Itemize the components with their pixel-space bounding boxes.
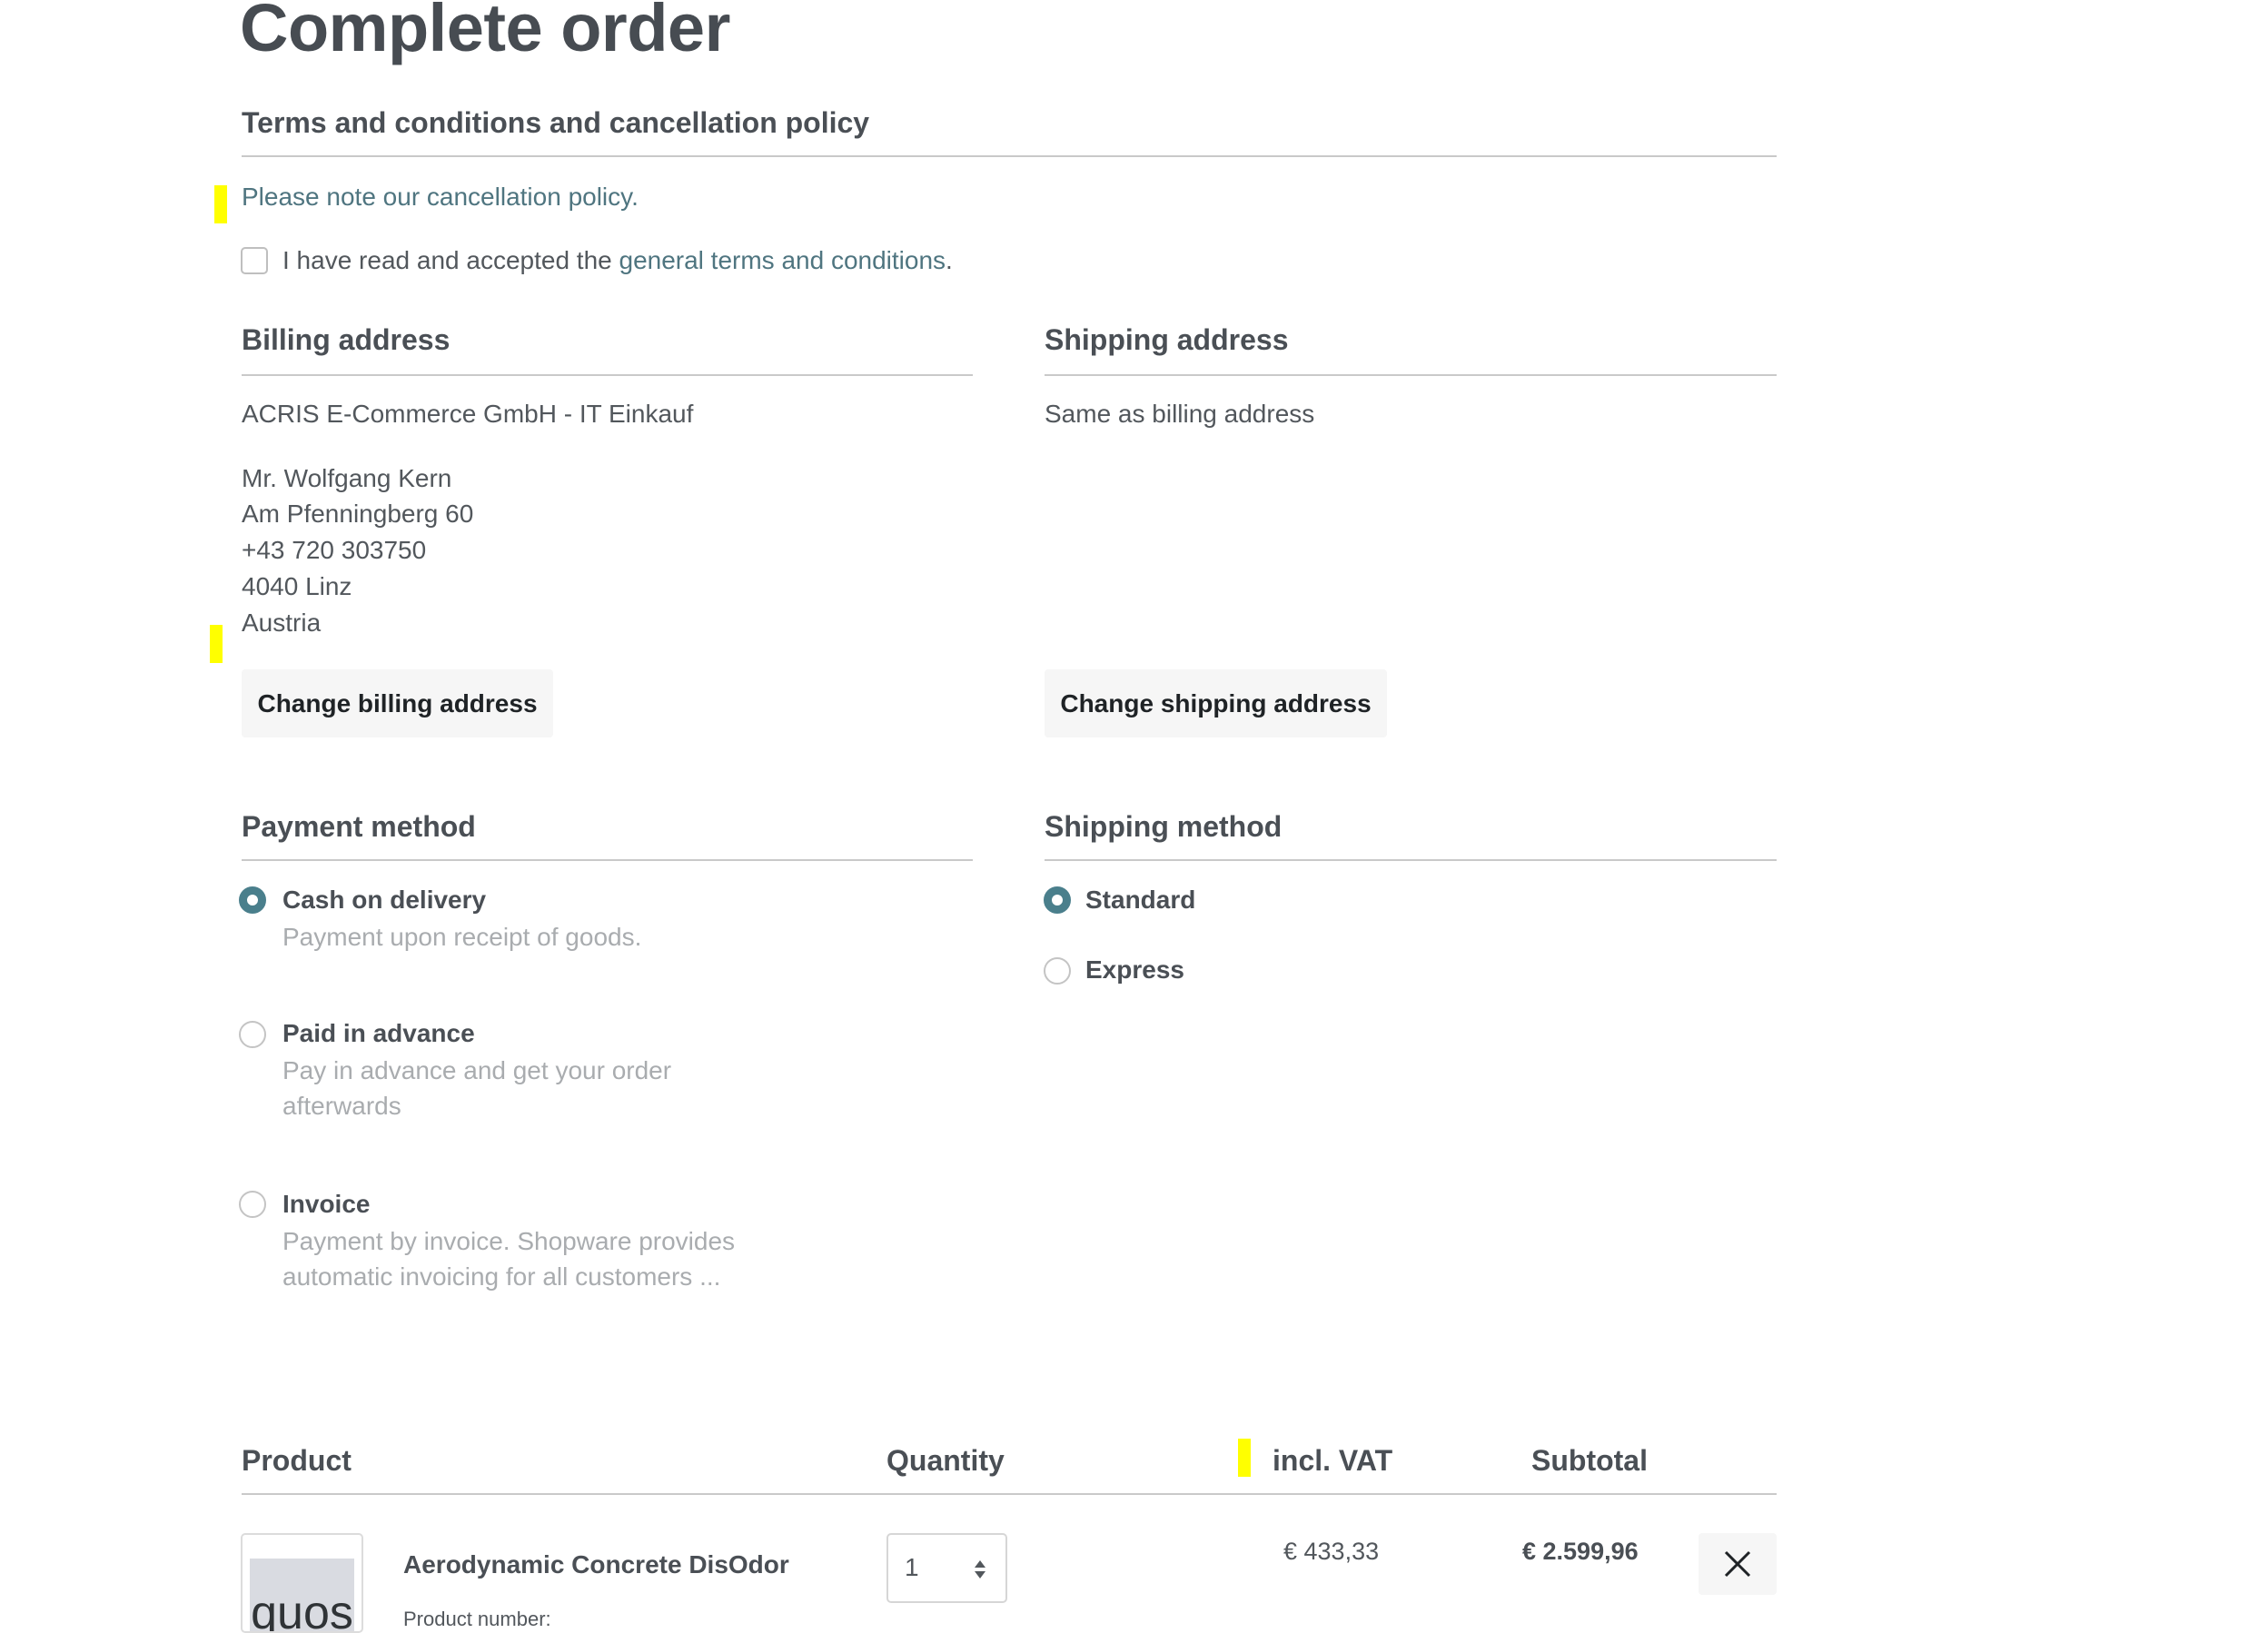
billing-company: ACRIS E-Commerce GmbH - IT Einkauf bbox=[242, 400, 694, 428]
column-header-product: Product bbox=[242, 1444, 352, 1477]
payment-desc-paid-in-advance: Pay in advance and get your order afterw… bbox=[282, 1056, 672, 1120]
highlight-marker bbox=[1238, 1439, 1251, 1477]
column-header-subtotal: Subtotal bbox=[1531, 1444, 1648, 1477]
product-image: quos bbox=[250, 1559, 354, 1631]
billing-country: Austria bbox=[242, 609, 322, 637]
shipping-address-heading: Shipping address bbox=[1045, 323, 1289, 356]
shipping-radio-express[interactable] bbox=[1044, 957, 1071, 985]
close-icon bbox=[1724, 1550, 1751, 1578]
billing-street: Am Pfenningberg 60 bbox=[242, 500, 474, 528]
select-arrows-icon bbox=[975, 1560, 985, 1579]
payment-divider bbox=[242, 859, 973, 861]
billing-divider bbox=[242, 374, 973, 376]
shipping-address-text: Same as billing address bbox=[1045, 400, 1315, 428]
accept-terms-label: I have read and accepted the general ter… bbox=[282, 242, 953, 279]
shipping-label-express[interactable]: Express bbox=[1085, 954, 1184, 986]
payment-label-invoice[interactable]: Invoice bbox=[282, 1188, 370, 1221]
payment-label-paid-in-advance[interactable]: Paid in advance bbox=[282, 1017, 475, 1050]
payment-radio-invoice[interactable] bbox=[239, 1191, 266, 1218]
product-thumbnail[interactable]: quos bbox=[241, 1533, 363, 1633]
quantity-select[interactable]: 1 bbox=[886, 1533, 1007, 1603]
cancellation-policy-link[interactable]: Please note our cancellation policy. bbox=[242, 179, 639, 215]
billing-address-heading: Billing address bbox=[242, 323, 451, 356]
cart-header-divider bbox=[242, 1493, 1777, 1495]
accept-terms-checkbox[interactable] bbox=[241, 247, 268, 274]
payment-desc-cash-on-delivery: Payment upon receipt of goods. bbox=[282, 923, 642, 951]
shipping-method-divider bbox=[1045, 859, 1777, 861]
product-subtotal-value: € 2.599,96 bbox=[1522, 1538, 1639, 1565]
shipping-divider bbox=[1045, 374, 1777, 376]
terms-divider bbox=[242, 155, 1777, 157]
accept-terms-text: I have read and accepted the bbox=[282, 246, 619, 274]
shipping-label-standard[interactable]: Standard bbox=[1085, 884, 1195, 916]
column-header-vat: incl. VAT bbox=[1273, 1444, 1393, 1477]
quantity-value: 1 bbox=[905, 1553, 919, 1581]
payment-radio-paid-in-advance[interactable] bbox=[239, 1021, 266, 1048]
billing-name: Mr. Wolfgang Kern bbox=[242, 464, 452, 492]
payment-radio-cash-on-delivery[interactable] bbox=[239, 886, 266, 914]
payment-label-cash-on-delivery[interactable]: Cash on delivery bbox=[282, 884, 486, 916]
billing-phone: +43 720 303750 bbox=[242, 536, 427, 564]
accept-terms-suffix: . bbox=[946, 246, 953, 274]
billing-city: 4040 Linz bbox=[242, 572, 352, 600]
remove-item-button[interactable] bbox=[1699, 1533, 1777, 1595]
change-shipping-address-button[interactable]: Change shipping address bbox=[1045, 669, 1387, 737]
shipping-method-heading: Shipping method bbox=[1045, 810, 1283, 843]
highlight-marker bbox=[214, 185, 227, 223]
product-number-label: Product number: bbox=[403, 1608, 551, 1630]
product-vat-value: € 433,33 bbox=[1283, 1538, 1380, 1565]
column-header-quantity: Quantity bbox=[886, 1444, 1005, 1477]
product-name-link[interactable]: Aerodynamic Concrete DisOdor bbox=[403, 1549, 789, 1581]
payment-desc-invoice: Payment by invoice. Shopware provides au… bbox=[282, 1227, 736, 1291]
change-billing-address-button[interactable]: Change billing address bbox=[242, 669, 553, 737]
page-title: Complete order bbox=[240, 0, 730, 65]
general-terms-link[interactable]: general terms and conditions bbox=[619, 246, 946, 274]
shipping-radio-standard[interactable] bbox=[1044, 886, 1071, 914]
terms-heading: Terms and conditions and cancellation po… bbox=[242, 106, 870, 139]
highlight-marker bbox=[210, 625, 223, 663]
payment-method-heading: Payment method bbox=[242, 810, 476, 843]
